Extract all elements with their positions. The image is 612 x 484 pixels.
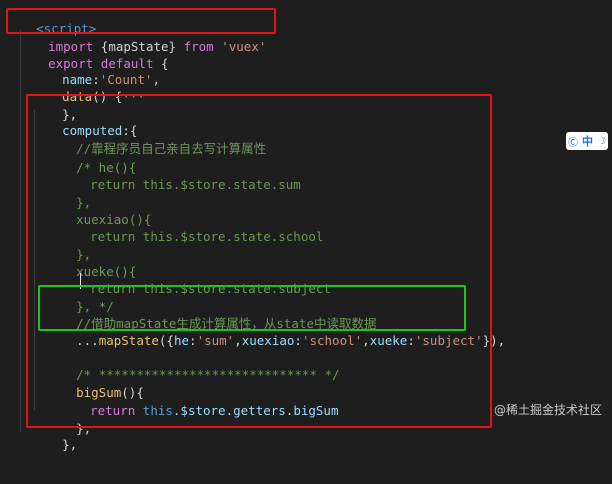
code-line-comment: return this.$store.state.school: [90, 229, 324, 244]
code-line-return: return this.$store.getters.bigSum: [90, 403, 339, 418]
ime-indicator[interactable]: Ⓒ 中 ☽: [566, 132, 608, 150]
code-line-mapstate: ...mapState({he:'sum',xuexiao:'school',x…: [76, 333, 506, 348]
moon-icon: ☽: [597, 135, 606, 147]
code-editor[interactable]: <script> import {mapState} from 'vuex' e…: [0, 0, 612, 452]
ime-logo-icon: Ⓒ: [568, 137, 578, 149]
watermark: @稀土掘金技术社区: [493, 403, 602, 417]
code-line-comment: return this.$store.state.sum: [90, 177, 301, 192]
ime-language-label: 中: [582, 135, 593, 148]
code-line-close: },: [62, 437, 78, 452]
